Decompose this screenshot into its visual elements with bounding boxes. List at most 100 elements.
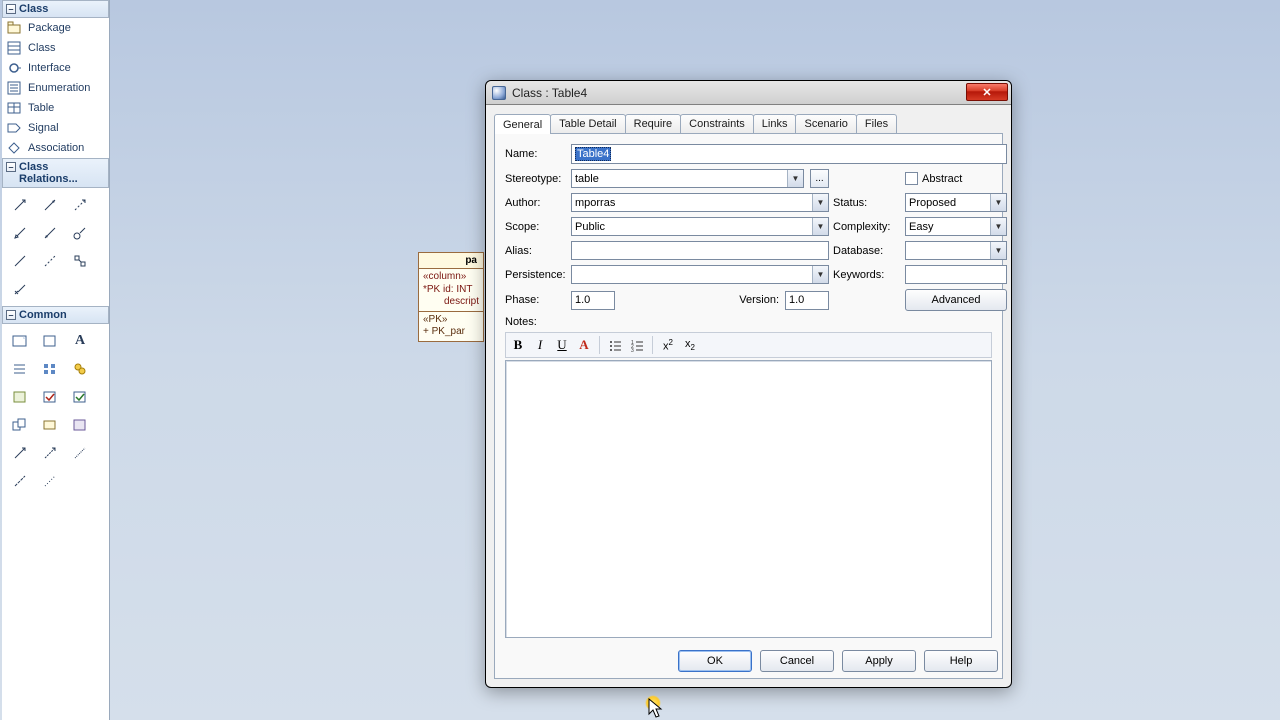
scope-field[interactable] — [571, 217, 829, 236]
interface-icon — [6, 60, 22, 76]
common-tool-4[interactable] — [6, 356, 34, 382]
stereotype-field[interactable] — [571, 169, 804, 188]
underline-button[interactable]: U — [552, 335, 572, 355]
diagram-line1: *PK id: INT — [423, 284, 479, 297]
diagram-box[interactable]: pa «column» *PK id: INT descript «PK» + … — [418, 252, 484, 342]
tab-table-detail[interactable]: Table Detail — [550, 114, 625, 133]
arrow-tool-9[interactable] — [66, 248, 94, 274]
arrow-tool-6[interactable] — [66, 220, 94, 246]
tool-class[interactable]: Class — [2, 38, 109, 58]
tab-require[interactable]: Require — [625, 114, 682, 133]
diagram-stereo2: «PK» — [423, 314, 479, 327]
arrow-tool-3[interactable] — [66, 192, 94, 218]
name-field[interactable]: Table4 — [571, 144, 1007, 164]
common-tool-10[interactable] — [6, 412, 34, 438]
chevron-down-icon[interactable]: ▼ — [990, 194, 1006, 211]
tool-package[interactable]: Package — [2, 18, 109, 38]
name-value: Table4 — [575, 147, 611, 161]
arrow-tool-4[interactable] — [6, 220, 34, 246]
common-tool-8[interactable] — [36, 384, 64, 410]
common-tool-3[interactable]: A — [66, 328, 94, 354]
collapse-icon[interactable]: – — [6, 310, 16, 320]
toolbox-section-class-header[interactable]: – Class — [2, 0, 109, 18]
common-tool-11[interactable] — [36, 412, 64, 438]
alias-field[interactable] — [571, 241, 829, 260]
superscript-button[interactable]: x2 — [658, 335, 678, 355]
chevron-down-icon[interactable]: ▼ — [787, 170, 803, 187]
phase-field[interactable] — [571, 291, 615, 310]
label-complexity: Complexity: — [833, 221, 901, 233]
subscript-button[interactable]: x2 — [680, 335, 700, 355]
chevron-down-icon[interactable]: ▼ — [812, 194, 828, 211]
toolbox-section-relations-header[interactable]: – Class Relations... — [2, 158, 109, 188]
arrow-tool-5[interactable] — [36, 220, 64, 246]
persistence-field[interactable] — [571, 265, 829, 284]
toolbox-section-common-header[interactable]: – Common — [2, 306, 109, 324]
number-list-button[interactable]: 123 — [627, 335, 647, 355]
tool-table[interactable]: Table — [2, 98, 109, 118]
common-tool-15[interactable] — [66, 440, 94, 466]
dialog-icon — [492, 86, 506, 100]
arrow-tool-7[interactable] — [6, 248, 34, 274]
italic-button[interactable]: I — [530, 335, 550, 355]
common-tool-12[interactable] — [66, 412, 94, 438]
arrow-tool-2[interactable] — [36, 192, 64, 218]
signal-icon — [6, 120, 22, 136]
common-tool-6[interactable] — [66, 356, 94, 382]
dialog-title: Class : Table4 — [512, 86, 587, 100]
association-icon — [6, 140, 22, 156]
collapse-icon[interactable]: – — [6, 4, 16, 14]
common-tool-7[interactable] — [6, 384, 34, 410]
dialog-body: General Table Detail Require Constraints… — [494, 111, 1003, 679]
author-field[interactable] — [571, 193, 829, 212]
ok-button[interactable]: OK — [678, 650, 752, 672]
arrow-tool-10[interactable] — [6, 276, 34, 302]
chevron-down-icon[interactable]: ▼ — [812, 218, 828, 235]
keywords-field[interactable] — [905, 265, 1007, 284]
arrow-tool-1[interactable] — [6, 192, 34, 218]
stereotype-browse-button[interactable]: ... — [810, 169, 829, 188]
abstract-checkbox[interactable] — [905, 172, 918, 185]
toolbox-section-class-title: Class — [19, 3, 48, 15]
arrow-tool-8[interactable] — [36, 248, 64, 274]
chevron-down-icon[interactable]: ▼ — [990, 218, 1006, 235]
diagram-box-title: pa — [419, 253, 483, 269]
tab-constraints[interactable]: Constraints — [680, 114, 754, 133]
tab-files[interactable]: Files — [856, 114, 897, 133]
common-tool-13[interactable] — [6, 440, 34, 466]
label-alias: Alias: — [505, 245, 567, 257]
font-color-button[interactable]: A — [574, 335, 594, 355]
tab-panel-general: Name: Table4 Stereotype: ▼ ... Abstract … — [494, 133, 1003, 679]
tool-interface[interactable]: Interface — [2, 58, 109, 78]
bold-button[interactable]: B — [508, 335, 528, 355]
chevron-down-icon[interactable]: ▼ — [990, 242, 1006, 259]
common-tool-17[interactable] — [36, 468, 64, 494]
tool-signal[interactable]: Signal — [2, 118, 109, 138]
bullet-list-button[interactable] — [605, 335, 625, 355]
common-tool-5[interactable] — [36, 356, 64, 382]
tab-general[interactable]: General — [494, 114, 551, 134]
common-tool-1[interactable] — [6, 328, 34, 354]
tool-association[interactable]: Association — [2, 138, 109, 158]
collapse-icon[interactable]: – — [6, 162, 16, 172]
cancel-button[interactable]: Cancel — [760, 650, 834, 672]
notes-toolbar: B I U A 123 x2 x2 — [505, 332, 992, 358]
common-tool-16[interactable] — [6, 468, 34, 494]
tab-scenario[interactable]: Scenario — [795, 114, 856, 133]
notes-textarea[interactable] — [505, 360, 992, 638]
common-tool-2[interactable] — [36, 328, 64, 354]
toolbox-section-common-title: Common — [19, 309, 67, 321]
diagram-line2: descript — [423, 296, 479, 309]
version-field[interactable] — [785, 291, 829, 310]
tool-enumeration[interactable]: Enumeration — [2, 78, 109, 98]
advanced-button[interactable]: Advanced — [905, 289, 1007, 311]
apply-button[interactable]: Apply — [842, 650, 916, 672]
close-button[interactable]: ✕ — [966, 83, 1008, 101]
label-notes: Notes: — [505, 316, 567, 328]
common-tool-9[interactable] — [66, 384, 94, 410]
chevron-down-icon[interactable]: ▼ — [812, 266, 828, 283]
dialog-titlebar[interactable]: Class : Table4 ✕ — [486, 81, 1011, 105]
help-button[interactable]: Help — [924, 650, 998, 672]
common-tool-14[interactable] — [36, 440, 64, 466]
tab-links[interactable]: Links — [753, 114, 797, 133]
